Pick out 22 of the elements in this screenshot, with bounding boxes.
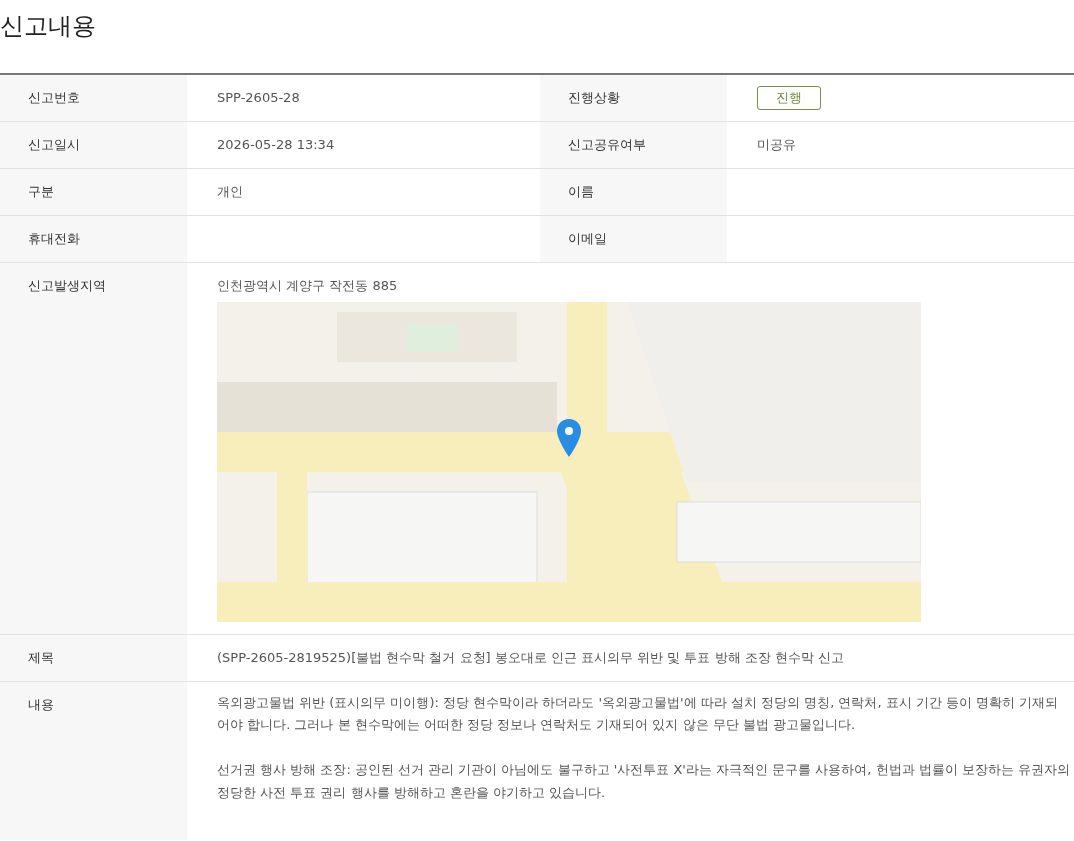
field-label: 휴대전화 xyxy=(28,231,80,246)
map-pin-icon xyxy=(556,417,582,458)
field-value: 미공유 xyxy=(757,137,796,152)
field-label: 진행상황 xyxy=(568,90,620,105)
field-label: 구분 xyxy=(28,184,54,199)
field-label: 신고번호 xyxy=(28,90,80,105)
address-text: 인천광역시 계양구 작전동 885 xyxy=(217,277,399,295)
field-label: 신고발생지역 xyxy=(28,278,106,293)
field-label: 이메일 xyxy=(568,231,607,246)
content-paragraph: 옥외광고물법 위반 (표시의무 미이행): 정당 현수막이라 하더라도 '옥외광고물법'에 따라 설치 정당의 명칭, 연락처, 표시 기간 등이 명확히 기재되어야 합니다. 그러나 본 현수막에는 어떠한 정당 정보나 연락처도 기재되어 있지 않은 무단 불법 광고물입니다. xyxy=(217,693,1060,735)
field-label: 내용 xyxy=(28,696,54,712)
field-label: 신고일시 xyxy=(28,137,80,152)
field-value: 2026-05-28 13:34 xyxy=(217,137,335,152)
page-title: 신고내용 xyxy=(0,11,97,42)
content-paragraph: 선거권 행사 방해 조장: 공인된 선거 관리 기관이 아님에도 불구하고 '사전투표 X'라는 자극적인 문구를 사용하여, 헌법과 법률이 보장하는 유권자의 정당한 사전 투표 권리 행사를 방해하고 혼란을 야기하고 있습니다. xyxy=(217,761,1071,802)
field-label: 이름 xyxy=(568,184,594,199)
field-label: 제목 xyxy=(28,649,54,665)
status-badge: 진행 xyxy=(757,86,821,110)
field-value: SPP-2605-28 xyxy=(217,90,300,105)
field-label: 신고공유여부 xyxy=(568,137,646,152)
subject-text: (SPP-2605-2819525)[불법 현수막 철거 요청] 봉오대로 인근 표시의무 위반 및 투표 방해 조장 현수막 신고 xyxy=(217,649,844,665)
field-value: 개인 xyxy=(217,184,243,199)
